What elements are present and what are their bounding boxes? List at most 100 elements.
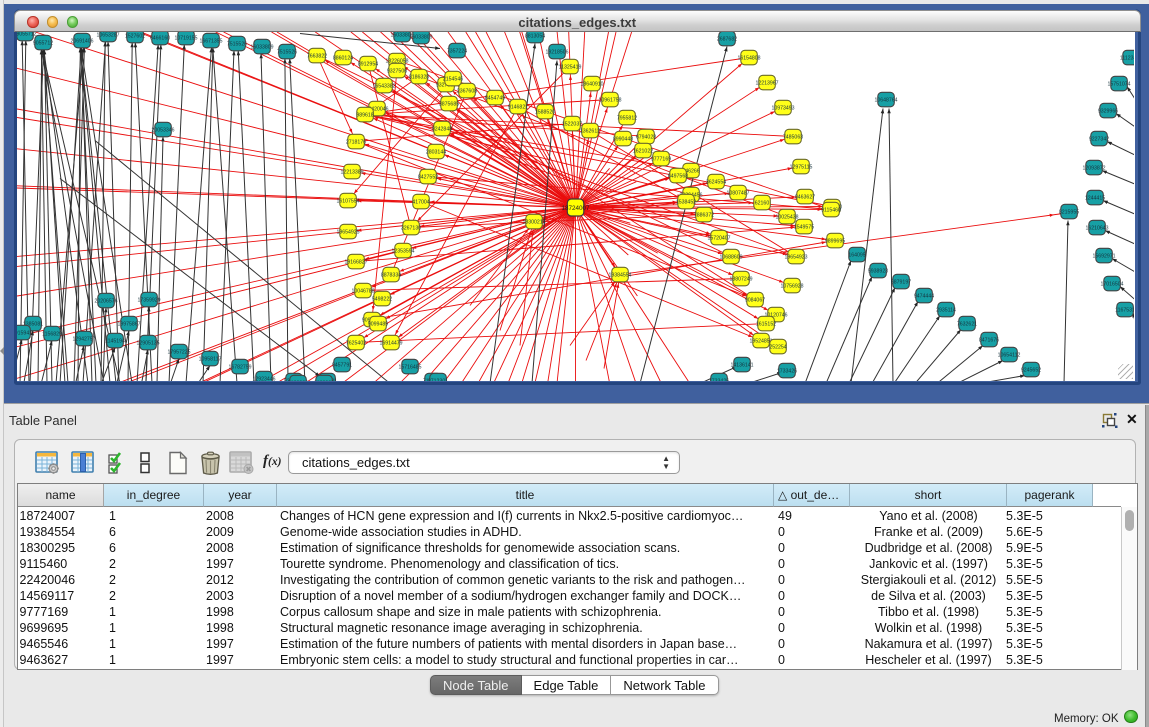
svg-text:10046788: 10046788 bbox=[351, 288, 374, 294]
svg-text:10648764: 10648764 bbox=[874, 97, 897, 103]
svg-text:11123456: 11123456 bbox=[1120, 55, 1134, 61]
svg-text:1588520: 1588520 bbox=[535, 109, 555, 115]
svg-text:9242848: 9242848 bbox=[432, 126, 452, 132]
svg-text:18640910: 18640910 bbox=[580, 81, 603, 87]
svg-text:19384554: 19384554 bbox=[608, 272, 631, 278]
svg-text:1733426: 1733426 bbox=[709, 378, 729, 381]
svg-text:20053346: 20053346 bbox=[151, 127, 174, 133]
svg-text:6879197: 6879197 bbox=[891, 279, 911, 285]
svg-text:1156829: 1156829 bbox=[42, 331, 62, 337]
svg-text:2718176: 2718176 bbox=[346, 139, 366, 145]
svg-text:3875685: 3875685 bbox=[439, 101, 459, 107]
svg-text:20691406: 20691406 bbox=[70, 38, 93, 44]
svg-text:16033809: 16033809 bbox=[250, 44, 273, 50]
svg-text:15692971: 15692971 bbox=[1092, 253, 1115, 259]
svg-text:9899695: 9899695 bbox=[825, 238, 845, 244]
svg-text:6123001: 6123001 bbox=[314, 380, 334, 381]
svg-text:7485063: 7485063 bbox=[783, 134, 803, 140]
svg-text:12975115: 12975115 bbox=[790, 164, 813, 170]
svg-text:10973493: 10973493 bbox=[771, 105, 794, 111]
svg-text:12213967: 12213967 bbox=[755, 80, 778, 86]
svg-text:15716485: 15716485 bbox=[398, 364, 421, 370]
svg-text:5938923: 5938923 bbox=[868, 268, 888, 274]
svg-text:7357224: 7357224 bbox=[447, 48, 467, 54]
svg-text:17016504: 17016504 bbox=[1100, 281, 1123, 287]
svg-text:9329966: 9329966 bbox=[1098, 108, 1118, 114]
svg-text:9474444: 9474444 bbox=[914, 293, 934, 299]
svg-text:16210643: 16210643 bbox=[1085, 225, 1108, 231]
svg-text:9457791: 9457791 bbox=[332, 362, 352, 368]
svg-text:11325419: 11325419 bbox=[559, 64, 582, 70]
svg-text:16671355: 16671355 bbox=[199, 38, 222, 44]
svg-text:3915941: 3915941 bbox=[17, 330, 32, 336]
svg-text:8471676: 8471676 bbox=[979, 337, 999, 343]
svg-text:164095: 164095 bbox=[848, 252, 865, 258]
svg-text:15751074: 15751074 bbox=[1107, 81, 1130, 87]
svg-text:10756928: 10756928 bbox=[780, 283, 803, 289]
svg-text:1145194: 1145194 bbox=[105, 338, 125, 344]
svg-text:9115460: 9115460 bbox=[821, 207, 841, 213]
svg-text:18300215: 18300215 bbox=[522, 219, 545, 225]
svg-text:9084067: 9084067 bbox=[745, 297, 765, 303]
svg-text:16154808: 16154808 bbox=[737, 55, 760, 61]
svg-text:62160: 62160 bbox=[755, 200, 770, 206]
svg-text:1615152: 1615152 bbox=[756, 321, 776, 327]
svg-text:3267130: 3267130 bbox=[401, 225, 421, 231]
svg-text:9463627: 9463627 bbox=[795, 194, 815, 200]
svg-text:2687682: 2687682 bbox=[717, 36, 737, 42]
svg-text:7663822: 7663822 bbox=[307, 53, 327, 59]
svg-text:7515526: 7515526 bbox=[227, 41, 247, 47]
svg-text:7515526: 7515526 bbox=[277, 49, 297, 55]
svg-text:1621022: 1621022 bbox=[633, 148, 653, 154]
svg-text:8860124: 8860124 bbox=[333, 55, 353, 61]
svg-text:2803144: 2803144 bbox=[426, 149, 446, 155]
svg-text:10688609: 10688609 bbox=[719, 254, 742, 260]
svg-text:9099489: 9099489 bbox=[368, 321, 388, 327]
svg-text:9777169: 9777169 bbox=[651, 156, 671, 162]
svg-text:16033809: 16033809 bbox=[409, 34, 432, 40]
svg-text:12905135: 12905135 bbox=[136, 340, 159, 346]
svg-text:1522037: 1522037 bbox=[562, 121, 582, 127]
svg-text:252254: 252254 bbox=[769, 344, 786, 350]
svg-text:6497568: 6497568 bbox=[668, 173, 688, 179]
svg-text:8215955: 8215955 bbox=[1059, 209, 1079, 215]
svg-text:9146821: 9146821 bbox=[508, 104, 528, 110]
svg-text:10654112: 10654112 bbox=[998, 352, 1021, 358]
svg-text:6466160: 6466160 bbox=[150, 35, 170, 41]
svg-text:3624554: 3624554 bbox=[706, 179, 726, 185]
svg-text:2935114: 2935114 bbox=[936, 307, 956, 313]
svg-text:2154546: 2154546 bbox=[443, 76, 463, 82]
svg-text:12923446: 12923446 bbox=[252, 376, 275, 381]
svg-text:8427552: 8427552 bbox=[418, 174, 438, 180]
svg-text:18724007: 18724007 bbox=[561, 204, 590, 211]
svg-text:5120000: 5120000 bbox=[288, 380, 308, 381]
svg-text:9327506: 9327506 bbox=[387, 68, 407, 74]
svg-text:2367608: 2367608 bbox=[457, 88, 477, 94]
svg-text:7632621: 7632621 bbox=[957, 321, 977, 327]
svg-text:19166827: 19166827 bbox=[344, 259, 367, 265]
svg-text:10958117: 10958117 bbox=[199, 356, 222, 362]
svg-text:10961758: 10961758 bbox=[598, 97, 621, 103]
svg-text:10653287: 10653287 bbox=[96, 32, 119, 38]
svg-text:1538452: 1538452 bbox=[676, 199, 696, 205]
svg-text:7955812: 7955812 bbox=[617, 115, 637, 121]
svg-text:10807487: 10807487 bbox=[726, 190, 749, 196]
svg-text:19654923: 19654923 bbox=[784, 254, 807, 260]
svg-text:17957225: 17957225 bbox=[167, 349, 190, 355]
svg-text:19218506: 19218506 bbox=[545, 49, 568, 55]
svg-text:16543382: 16543382 bbox=[372, 83, 395, 89]
svg-text:20206576: 20206576 bbox=[94, 298, 117, 304]
svg-text:8813054: 8813054 bbox=[525, 33, 545, 39]
svg-text:7886372: 7886372 bbox=[694, 212, 714, 218]
svg-text:19975867: 19975867 bbox=[117, 321, 140, 327]
svg-text:1733426: 1733426 bbox=[777, 368, 797, 374]
svg-text:15720407: 15720407 bbox=[707, 235, 730, 241]
svg-text:16914479: 16914479 bbox=[379, 340, 402, 346]
svg-text:5498222: 5498222 bbox=[372, 296, 392, 302]
svg-text:10719155: 10719155 bbox=[174, 35, 197, 41]
svg-text:8912954: 8912954 bbox=[358, 61, 378, 67]
svg-text:1167531: 1167531 bbox=[1115, 307, 1134, 313]
svg-text:12213389: 12213389 bbox=[340, 169, 363, 175]
svg-text:19654925: 19654925 bbox=[336, 229, 359, 235]
svg-text:1362612: 1362612 bbox=[580, 128, 600, 134]
